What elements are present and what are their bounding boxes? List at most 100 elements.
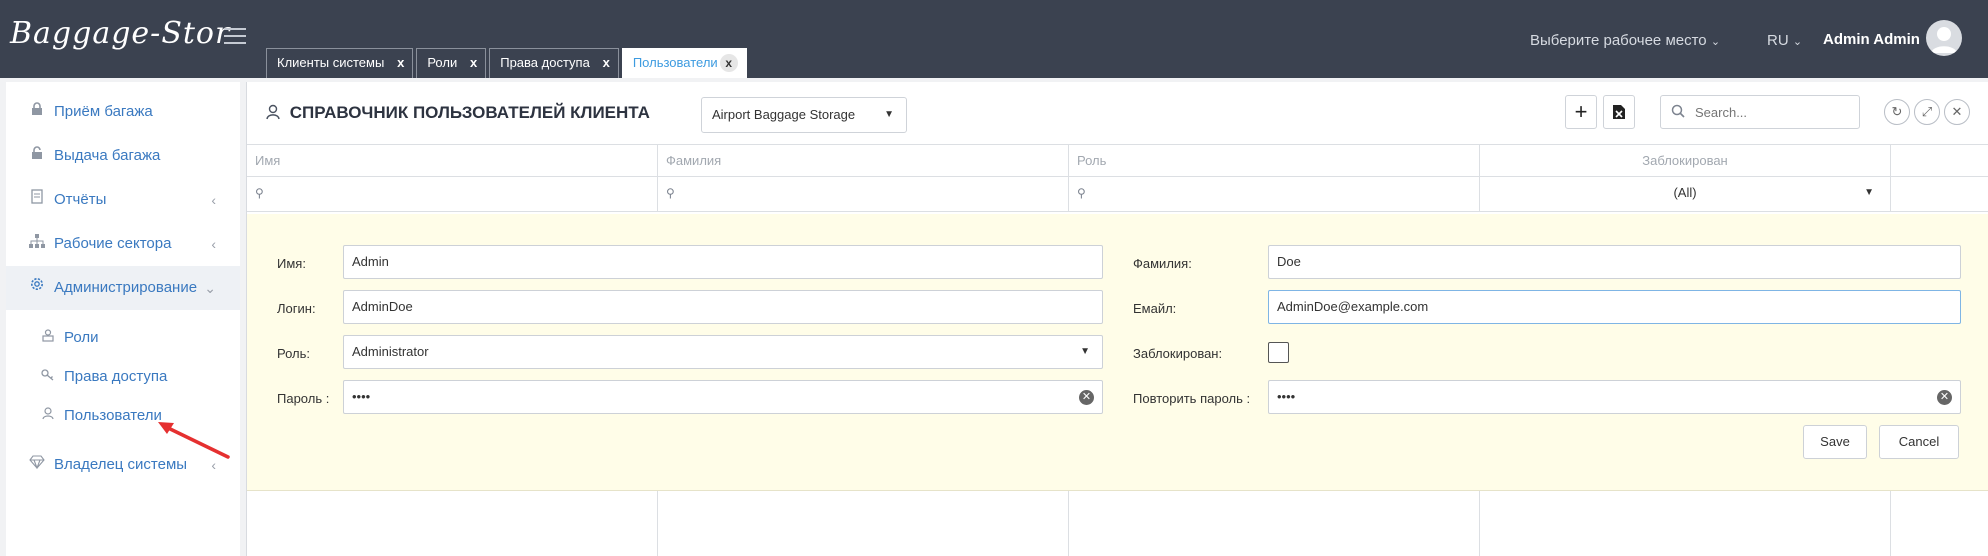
search-box[interactable] [1660,95,1860,129]
tab-users[interactable]: Пользователи x [621,48,747,78]
refresh-icon: ↻ [1891,104,1903,119]
filter-actions [1891,177,1988,211]
excel-file-icon [1613,105,1625,119]
sidebar-subitem-roles[interactable]: Роли [6,318,240,357]
close-tab-icon[interactable]: x [470,49,477,77]
user-icon [265,103,286,122]
chevron-left-icon: ‹ [211,192,216,208]
search-icon: ⚲ [1077,186,1086,200]
chevron-down-icon: ⌄ [1710,36,1721,48]
login-label: Логин: [277,301,316,316]
grid-empty-cell [658,491,1069,556]
diamond-icon [28,443,46,487]
email-field[interactable]: AdminDoe@example.com [1268,290,1961,324]
email-label: Емайл: [1133,301,1177,316]
grid-body [247,491,1988,556]
filter-blocked-value: (All) [1673,185,1697,200]
clear-icon[interactable]: ✕ [1937,390,1952,405]
password-field[interactable]: •••• ✕ [343,380,1103,414]
save-button[interactable]: Save [1803,425,1867,459]
gear-icon [28,266,46,310]
plus-icon: + [1574,99,1588,124]
repeat-password-value: •••• [1277,389,1296,404]
client-select[interactable]: Airport Baggage Storage ▼ [701,97,907,133]
add-button[interactable]: + [1565,95,1597,129]
lock-icon [28,90,46,134]
chevron-down-icon: ⌄ [1792,36,1803,48]
cancel-button[interactable]: Cancel [1879,425,1959,459]
user-avatar-icon [1931,27,1957,53]
tab-label: Клиенты системы [277,55,385,70]
key-icon [40,357,56,396]
avatar[interactable] [1926,20,1962,56]
sidebar-item-label: Права доступа [64,368,168,385]
close-tab-icon[interactable]: x [719,54,738,72]
tab-label: Пользователи [632,55,718,70]
column-header-first-name[interactable]: Имя [247,145,658,176]
role-select[interactable]: Administrator ▼ [343,335,1103,369]
clear-icon[interactable]: ✕ [1079,390,1094,405]
column-header-blocked[interactable]: Заблокирован [1480,145,1891,176]
close-panel-button[interactable]: ✕ [1944,99,1970,125]
repeat-password-field[interactable]: •••• ✕ [1268,380,1961,414]
blocked-label: Заблокирован: [1133,346,1223,361]
sidebar-item-label: Рабочие сектора [54,235,172,252]
language-dropdown[interactable]: RU ⌄ [1767,32,1802,49]
first-name-value: Admin [352,254,389,269]
filter-first-name[interactable]: ⚲ [247,177,658,211]
users-grid: Имя Фамилия Роль Заблокирован ⚲ ⚲ ⚲ (All… [247,144,1988,212]
sidebar-item-administration[interactable]: Администрирование ⌄ [6,266,240,310]
email-value: AdminDoe@example.com [1277,299,1429,314]
blocked-checkbox[interactable] [1268,342,1289,363]
sidebar-item-label: Администрирование [54,279,198,296]
repeat-password-label: Повторить пароль : [1133,391,1251,406]
page-title-text: СПРАВОЧНИК ПОЛЬЗОВАТЕЛЕЙ КЛИЕНТА [289,103,650,122]
expand-button[interactable]: ⤢ [1914,99,1940,125]
filter-last-name[interactable]: ⚲ [658,177,1069,211]
page-title: СПРАВОЧНИК ПОЛЬЗОВАТЕЛЕЙ КЛИЕНТА [265,103,650,123]
export-excel-button[interactable] [1603,95,1635,129]
search-icon: ⚲ [255,186,264,200]
sidebar-item-baggage-release[interactable]: Выдача багажа [6,134,240,178]
filter-role[interactable]: ⚲ [1069,177,1480,211]
sidebar-item-label: Роли [64,329,99,346]
search-input[interactable] [1695,102,1845,122]
sitemap-icon [28,222,46,266]
sidebar-subitem-access-rights[interactable]: Права доступа [6,357,240,396]
close-tab-icon[interactable]: x [397,49,404,77]
user-icon [40,396,56,435]
column-header-role[interactable]: Роль [1069,145,1480,176]
close-tab-icon[interactable]: x [603,49,610,77]
main-panel: СПРАВОЧНИК ПОЛЬЗОВАТЕЛЕЙ КЛИЕНТА Airport… [246,82,1988,556]
role-label: Роль: [277,346,311,361]
tab-bar: Клиенты системы x Роли x Права доступа x… [266,48,747,78]
tab-roles[interactable]: Роли x [416,48,487,78]
user-name[interactable]: Admin Admin [1823,31,1920,48]
sidebar-item-label: Отчёты [54,191,107,208]
filter-blocked-select[interactable]: (All) ▼ [1480,177,1891,211]
login-field[interactable]: AdminDoe [343,290,1103,324]
column-header-last-name[interactable]: Фамилия [658,145,1069,176]
workspace-dropdown[interactable]: Выберите рабочее место ⌄ [1530,32,1720,49]
sidebar-item-reports[interactable]: Отчёты ‹ [6,178,240,222]
menu-toggle-icon[interactable] [224,28,246,44]
app-logo[interactable]: Baggage-Stor [10,16,230,51]
password-value: •••• [352,389,371,404]
tab-access-rights[interactable]: Права доступа x [489,48,619,78]
last-name-field[interactable]: Doe [1268,245,1961,279]
top-bar: Baggage-Stor Клиенты системы x Роли x Пр… [0,0,1988,78]
close-icon: ✕ [1951,104,1963,119]
grid-empty-cell [1891,491,1988,556]
tab-label: Роли [427,55,458,70]
column-header-actions [1891,145,1988,176]
sidebar-item-work-sectors[interactable]: Рабочие сектора ‹ [6,222,240,266]
unlock-icon [28,134,46,178]
sidebar-item-label: Выдача багажа [54,147,161,164]
password-label: Пароль : [277,391,330,406]
tab-clients[interactable]: Клиенты системы x [266,48,414,78]
grid-filter-row: ⚲ ⚲ ⚲ (All) ▼ [247,177,1988,212]
refresh-button[interactable]: ↻ [1884,99,1910,125]
sidebar-item-baggage-intake[interactable]: Приём багажа [6,90,240,134]
first-name-field[interactable]: Admin [343,245,1103,279]
document-icon [28,178,46,222]
